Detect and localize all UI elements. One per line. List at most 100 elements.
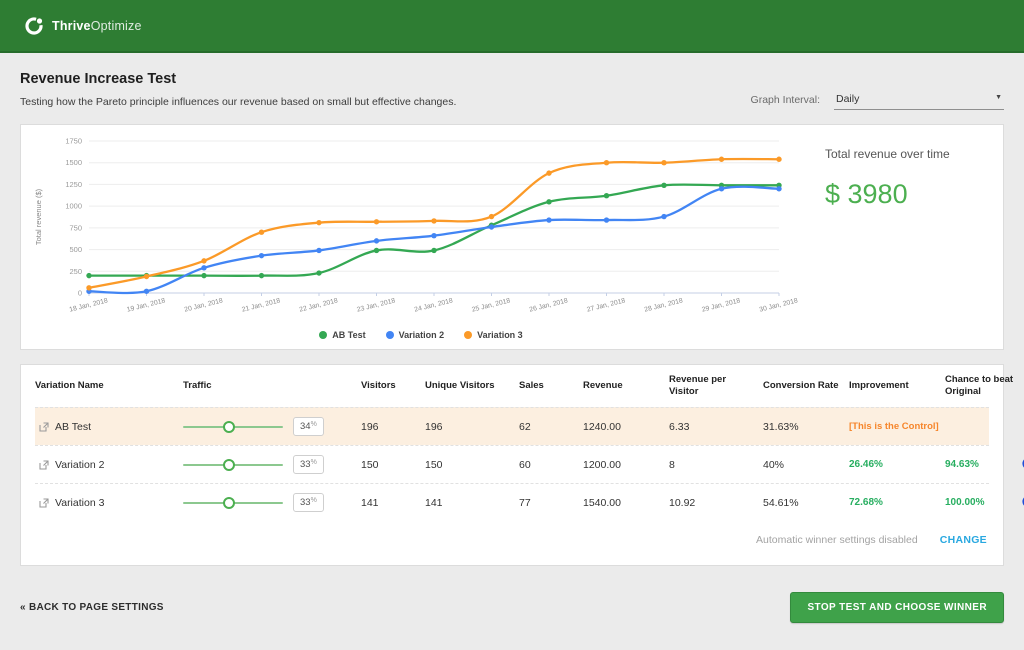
- conversion-rate-value: 54.61%: [763, 496, 799, 509]
- graph-interval-label: Graph Interval:: [750, 94, 820, 106]
- column-header: Chance to beat Original: [945, 374, 1014, 397]
- column-header: Revenue per Visitor: [669, 374, 727, 397]
- visitors-value: 141: [361, 496, 379, 509]
- visitors-value: 196: [361, 420, 379, 433]
- table-header-row: Variation Name Traffic Visitors Unique Visi…: [35, 365, 1013, 407]
- revenue-value: 1200.00: [583, 458, 621, 471]
- column-header: Sales: [519, 380, 544, 392]
- improvement-value: [This is the Control]: [849, 421, 939, 432]
- svg-text:28 Jan, 2018: 28 Jan, 2018: [644, 297, 684, 313]
- page-heading: Revenue Increase Test Testing how the Pa…: [20, 71, 456, 108]
- chance-to-beat-value: 94.63%: [945, 459, 979, 470]
- sales-value: 60: [519, 458, 531, 471]
- revenue-value: 1240.00: [583, 420, 621, 433]
- variation-name: AB Test: [55, 420, 91, 433]
- page-subtitle: Testing how the Pareto principle influen…: [20, 96, 457, 108]
- variation-name: Variation 2: [55, 458, 105, 471]
- svg-text:27 Jan, 2018: 27 Jan, 2018: [586, 297, 626, 313]
- svg-text:29 Jan, 2018: 29 Jan, 2018: [701, 297, 741, 313]
- revenue-chart-panel: 0 250 500 750 1000 1250 1500 1750 18 Jan, 2018 19…: [20, 124, 1004, 350]
- traffic-slider[interactable]: [183, 420, 283, 434]
- stop-test-button[interactable]: STOP TEST AND CHOOSE WINNER: [790, 592, 1004, 623]
- page-title: Revenue Increase Test: [20, 71, 177, 87]
- conversion-rate-value: 40%: [763, 458, 785, 471]
- conversion-rate-value: 31.63%: [763, 420, 799, 433]
- back-to-page-settings-link[interactable]: « BACK TO PAGE SETTINGS: [20, 602, 164, 613]
- variation-row: AB Test 34% 196 196 62 1240.00 6.33 31.63% [This…: [35, 407, 989, 445]
- svg-text:24 Jan, 2018: 24 Jan, 2018: [414, 297, 454, 313]
- slider-handle[interactable]: [223, 496, 235, 509]
- legend-label: AB Test: [332, 330, 366, 340]
- unique-visitors-value: 141: [425, 496, 443, 509]
- legend-item: Variation 2: [385, 330, 445, 340]
- change-auto-winner-link[interactable]: CHANGE: [940, 534, 987, 546]
- external-link-icon: [39, 497, 49, 508]
- svg-text:750: 750: [69, 223, 82, 232]
- variation-name-link[interactable]: AB Test: [35, 421, 183, 433]
- traffic-slider[interactable]: [183, 496, 283, 510]
- traffic-cell: 33%: [183, 493, 361, 512]
- svg-text:25 Jan, 2018: 25 Jan, 2018: [471, 297, 511, 313]
- svg-text:26 Jan, 2018: 26 Jan, 2018: [529, 297, 569, 313]
- revenue-per-visitor-value: 8: [669, 458, 675, 471]
- external-link-icon: [39, 421, 49, 432]
- revenue-value: 1540.00: [583, 496, 621, 509]
- slider-handle[interactable]: [223, 458, 235, 471]
- svg-text:30 Jan, 2018: 30 Jan, 2018: [759, 297, 799, 313]
- svg-text:1500: 1500: [65, 158, 82, 167]
- variation-row: Variation 2 33% 150 150 60 1200.00 8 40% 26.46% 9…: [35, 445, 1024, 483]
- traffic-percent-input[interactable]: 33%: [293, 493, 324, 512]
- legend-marker: [464, 331, 473, 339]
- unique-visitors-value: 196: [425, 420, 443, 433]
- summary-label: Total revenue over time: [825, 147, 950, 161]
- traffic-percent-input[interactable]: 34%: [293, 417, 324, 436]
- external-link-icon: [39, 459, 49, 470]
- brand-logo: ThriveOptimize: [24, 16, 142, 36]
- svg-text:1250: 1250: [65, 180, 82, 189]
- svg-text:18 Jan, 2018: 18 Jan, 2018: [69, 297, 109, 313]
- legend-marker: [319, 331, 328, 339]
- legend-marker: [385, 331, 394, 339]
- revenue-per-visitor-value: 10.92: [669, 496, 696, 509]
- traffic-cell: 34%: [183, 417, 361, 436]
- thrive-logo-icon: [25, 16, 43, 35]
- svg-text:Total revenue ($): Total revenue ($): [34, 188, 43, 245]
- improvement-value: 72.68%: [849, 497, 883, 508]
- variation-row: Variation 3 33% 141 141 77 1540.00 10.92 54.61%…: [35, 483, 1024, 521]
- svg-text:22 Jan, 2018: 22 Jan, 2018: [299, 297, 339, 313]
- traffic-percent-input[interactable]: 33%: [293, 455, 324, 474]
- column-header: Conversion Rate: [763, 380, 839, 392]
- traffic-cell: 33%: [183, 455, 361, 474]
- svg-text:1750: 1750: [65, 137, 82, 146]
- variation-name: Variation 3: [55, 496, 105, 509]
- brand-name-light: Optimize: [90, 18, 142, 33]
- brand-name-bold: Thrive: [52, 18, 91, 33]
- legend-label: Variation 2: [398, 330, 445, 340]
- traffic-slider[interactable]: [183, 458, 283, 472]
- chevron-down-icon: ▼: [995, 94, 1002, 101]
- table-footer: Automatic winner settings disabled CHANG…: [35, 521, 989, 565]
- chance-to-beat-value: 100.00%: [945, 497, 985, 508]
- svg-text:20 Jan, 2018: 20 Jan, 2018: [184, 297, 224, 313]
- variation-name-link[interactable]: Variation 2: [35, 459, 183, 471]
- sales-value: 62: [519, 420, 531, 433]
- revenue-per-visitor-value: 6.33: [669, 420, 690, 433]
- column-header: Variation Name: [35, 380, 104, 392]
- unique-visitors-value: 150: [425, 458, 443, 471]
- legend-item: AB Test: [319, 330, 366, 340]
- summary-total-revenue: $ 3980: [825, 179, 908, 209]
- svg-text:21 Jan, 2018: 21 Jan, 2018: [241, 297, 281, 313]
- graph-interval-value: Daily: [836, 93, 860, 105]
- revenue-line-chart: 0 250 500 750 1000 1250 1500 1750 18 Jan, 2018 19…: [34, 137, 799, 314]
- revenue-summary: Total revenue over time $ 3980: [815, 133, 993, 345]
- column-header: Visitors: [361, 380, 396, 392]
- brand-name: ThriveOptimize: [52, 19, 142, 33]
- variation-name-link[interactable]: Variation 3: [35, 497, 183, 509]
- sales-value: 77: [519, 496, 531, 509]
- chart-legend: AB Test Variation 2 Variation 3: [27, 330, 815, 340]
- top-navigation-bar: ThriveOptimize: [0, 0, 1024, 53]
- svg-text:500: 500: [69, 245, 82, 254]
- graph-interval-select[interactable]: Daily ▼: [834, 90, 1004, 110]
- slider-handle[interactable]: [223, 420, 235, 433]
- column-header: Traffic: [183, 380, 212, 392]
